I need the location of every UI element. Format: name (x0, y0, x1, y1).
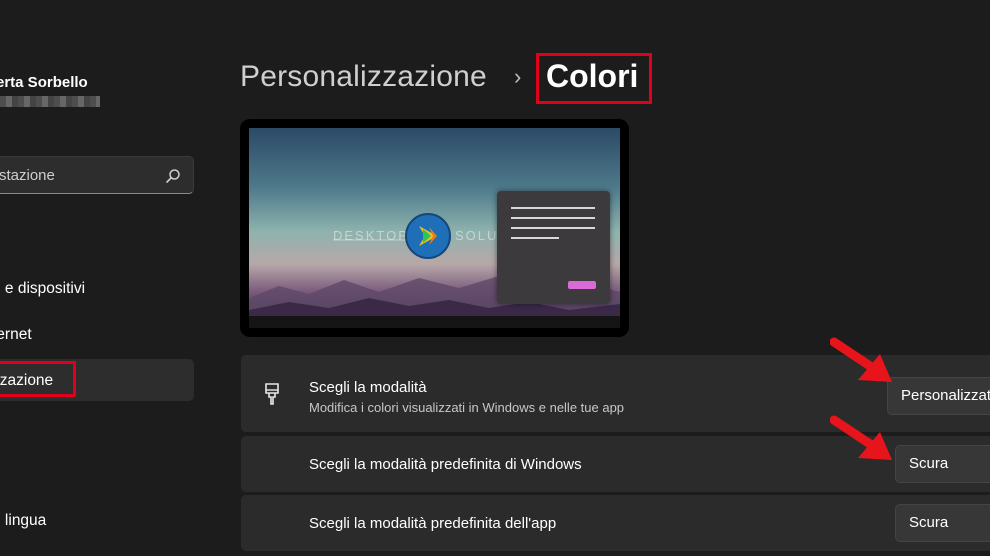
logo-icon (405, 213, 451, 259)
sidebar-item-devices[interactable]: n e dispositivi (0, 280, 85, 298)
preview-line (511, 227, 595, 229)
search-input[interactable]: stazione (0, 156, 194, 194)
app-mode-dropdown[interactable]: Scura (895, 504, 990, 542)
preview-line (511, 217, 595, 219)
preview-window (497, 191, 610, 304)
annotation-arrow-icon (830, 337, 892, 382)
windows-mode-dropdown[interactable]: Scura (895, 445, 990, 483)
user-email-blurred (0, 96, 100, 107)
theme-preview: DESKTOP SOLU (240, 119, 629, 337)
setting-mode-title: Scegli la modalità (309, 379, 427, 396)
mode-dropdown[interactable]: Personalizzata (887, 377, 990, 415)
preview-taskbar (249, 316, 620, 328)
highlight-box-sidebar (0, 361, 76, 397)
setting-app-mode-card: Scegli la modalità predefinita dell'app … (241, 495, 990, 551)
sidebar-item-network[interactable]: ternet (0, 326, 32, 344)
sidebar-item-language[interactable]: e lingua (0, 512, 46, 530)
desktop-wallpaper-preview: DESKTOP SOLU (249, 128, 620, 328)
preview-line (511, 237, 559, 239)
search-icon[interactable] (165, 168, 181, 184)
user-name: erta Sorbello (0, 74, 88, 91)
logo-text-left: DESKTOP (333, 228, 409, 243)
setting-app-mode-title: Scegli la modalità predefinita dell'app (309, 515, 557, 532)
window-title: i (0, 12, 1, 26)
preview-accent-button (568, 281, 596, 289)
breadcrumb-separator: › (514, 64, 522, 89)
preview-line (511, 207, 595, 209)
paintbrush-icon (265, 383, 279, 405)
setting-windows-mode-title: Scegli la modalità predefinita di Window… (309, 456, 582, 473)
breadcrumb-parent[interactable]: Personalizzazione (240, 60, 487, 94)
annotation-arrow-icon (830, 415, 892, 460)
search-placeholder: stazione (0, 167, 55, 184)
highlight-box-title (536, 53, 652, 104)
setting-mode-subtitle: Modifica i colori visualizzati in Window… (309, 400, 625, 415)
logo-text-right: SOLU (455, 228, 499, 243)
